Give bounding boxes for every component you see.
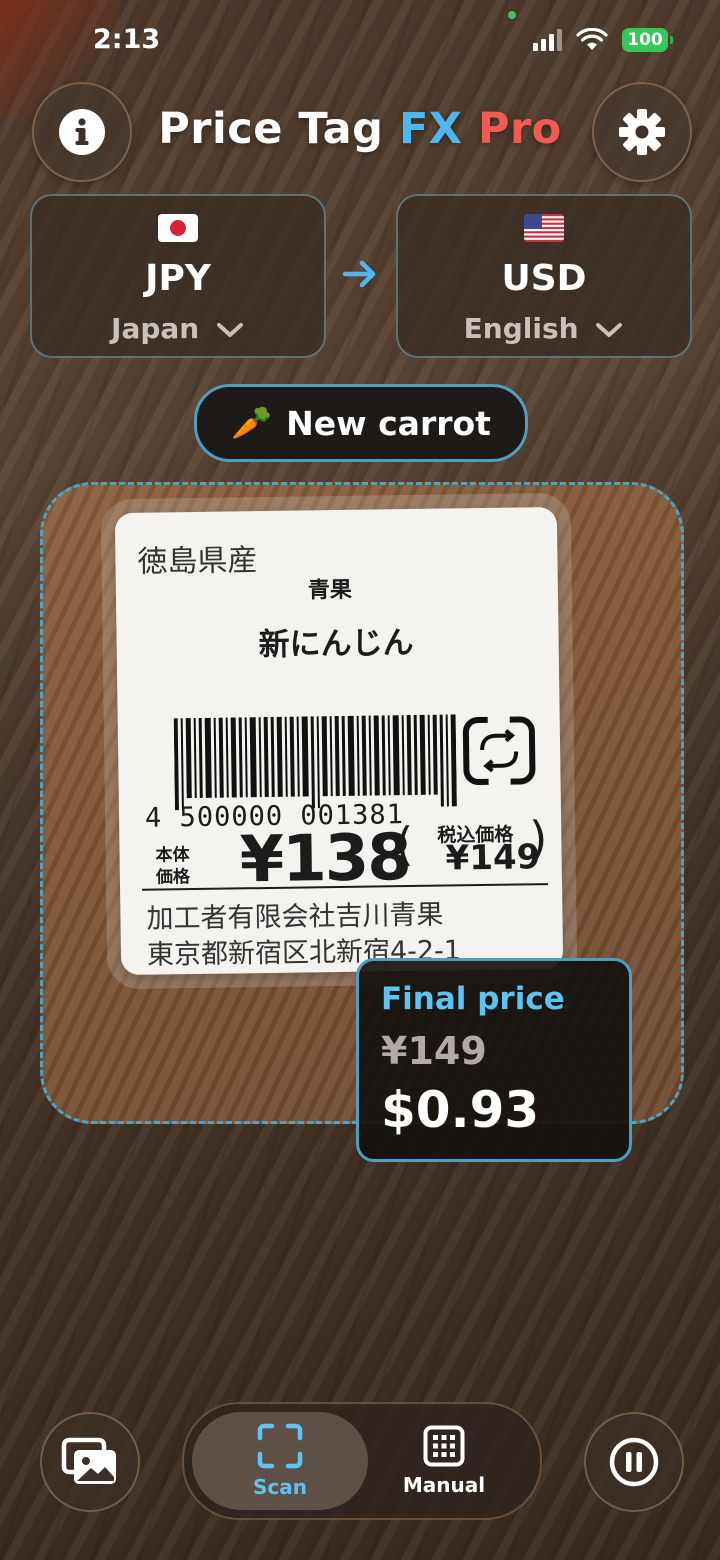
final-price-label: Final price xyxy=(381,981,565,1017)
base-price-label: 本体 価格 xyxy=(155,845,191,888)
original-price: ¥149 xyxy=(381,1029,487,1073)
product-name: New carrot xyxy=(286,403,491,443)
from-currency-selector[interactable]: JPY Japan xyxy=(30,194,326,358)
to-currency-code: USD xyxy=(501,258,587,299)
chevron-down-icon xyxy=(216,323,243,337)
to-region-label: English xyxy=(463,312,579,345)
us-flag-icon xyxy=(524,214,564,242)
from-currency-code: JPY xyxy=(145,258,211,299)
gallery-button[interactable] xyxy=(40,1412,140,1512)
status-icons: 100 xyxy=(533,28,673,52)
converted-price: $0.93 xyxy=(381,1081,540,1139)
pause-icon xyxy=(609,1437,659,1487)
pause-button[interactable] xyxy=(584,1412,684,1512)
scan-icon xyxy=(257,1423,303,1469)
gallery-icon xyxy=(61,1437,116,1484)
to-currency-selector[interactable]: USD English xyxy=(396,194,692,358)
from-region-label: Japan xyxy=(111,312,200,345)
title-price-tag: Price Tag xyxy=(158,104,384,154)
camera-indicator-dot xyxy=(508,11,516,19)
barcode xyxy=(173,714,457,811)
signal-icon xyxy=(533,29,562,51)
arrow-right-icon xyxy=(342,260,376,288)
product-name-pill[interactable]: 🥕 New carrot xyxy=(194,384,528,462)
from-currency-region: Japan xyxy=(32,312,324,345)
price-tag-label: 徳島県産 青果 新にんじん 4 500000 001381 本体 価格 ¥138… xyxy=(114,506,564,976)
settings-button[interactable] xyxy=(592,82,692,182)
gear-icon xyxy=(619,109,665,155)
chevron-down-icon xyxy=(596,323,623,337)
scan-mode-tab[interactable]: Scan xyxy=(192,1412,368,1510)
mode-switcher: Scan Manual xyxy=(182,1402,542,1520)
status-time: 2:13 xyxy=(93,24,161,55)
scan-mode-label: Scan xyxy=(253,1475,307,1499)
battery-indicator: 100 xyxy=(622,28,673,52)
manual-mode-tab[interactable]: Manual xyxy=(356,1412,532,1510)
keypad-icon xyxy=(423,1425,465,1467)
paren-open: ( xyxy=(395,816,414,872)
title-fx: FX xyxy=(398,104,463,154)
to-currency-region: English xyxy=(398,312,690,345)
tag-origin: 徳島県産 xyxy=(137,543,258,580)
manual-mode-label: Manual xyxy=(402,1473,486,1497)
japan-flag-icon xyxy=(158,214,198,242)
paren-close: ) xyxy=(529,811,548,866)
title-pro: Pro xyxy=(477,104,562,154)
carrot-icon: 🥕 xyxy=(231,403,273,442)
plastic-recycle-icon xyxy=(462,713,536,788)
wifi-icon xyxy=(576,28,608,50)
tax-price: ¥149 xyxy=(445,837,541,879)
tag-category: 青果 xyxy=(307,577,353,604)
tag-product-name: 新にんじん xyxy=(258,624,414,664)
final-price-card[interactable]: Final price ¥149 $0.93 xyxy=(356,958,632,1162)
